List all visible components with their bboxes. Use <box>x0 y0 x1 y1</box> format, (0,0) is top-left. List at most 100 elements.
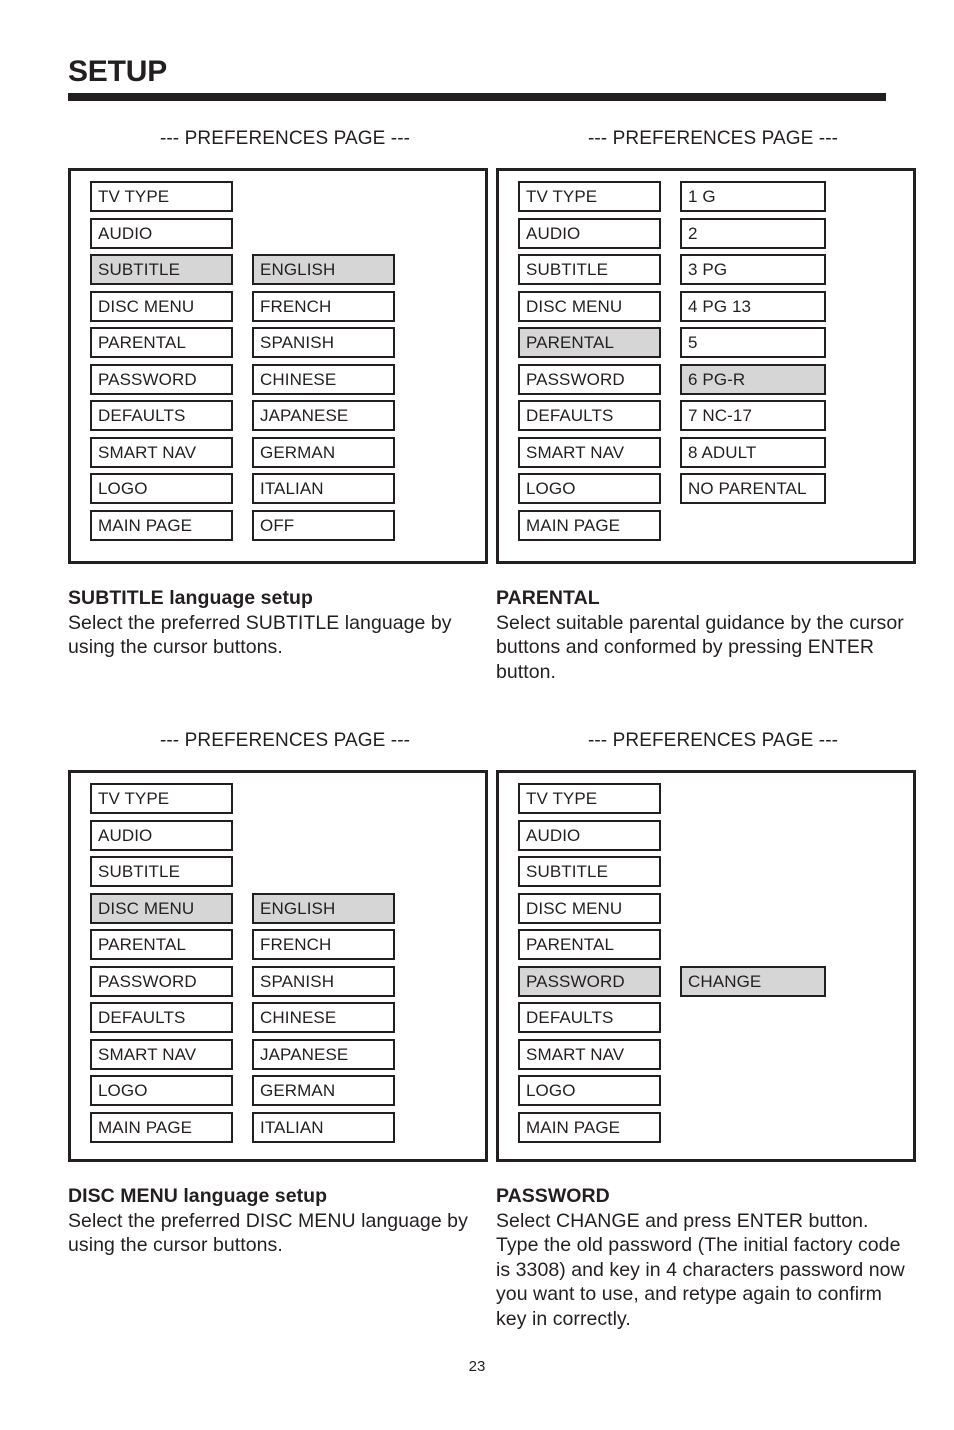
osd-menu-item[interactable]: PASSWORD <box>518 363 661 395</box>
osd-menu-item[interactable]: DISC MENU <box>518 892 661 924</box>
osd-menu-item[interactable]: TV TYPE <box>90 181 233 212</box>
osd-right-column-disc-menu: ENGLISH FRENCH SPANISH CHINESE JAPANESE GERMA… <box>252 783 395 1148</box>
osd-row-spacer <box>252 181 395 212</box>
caption-subtitle: SUBTITLE language setup Select the prefe… <box>68 586 488 660</box>
osd-menu-item[interactable]: MAIN PAGE <box>90 509 233 541</box>
osd-left-column-subtitle: TV TYPE AUDIO SUBTITLE DISC MENU PARENTAL PAS… <box>90 181 233 546</box>
osd-menu-item[interactable]: SUBTITLE <box>518 856 661 887</box>
osd-menu-item[interactable]: DISC MENU <box>518 290 661 322</box>
osd-menu-item[interactable]: LOGO <box>518 1075 661 1106</box>
osd-menu-item[interactable]: MAIN PAGE <box>518 509 661 541</box>
page-header: SETUP <box>68 55 886 101</box>
osd-menu-item[interactable]: DEFAULTS <box>90 1002 233 1033</box>
osd-menu-item[interactable]: PARENTAL <box>90 327 233 358</box>
osd-menu-item[interactable]: SPANISH <box>252 327 395 358</box>
osd-menu-item[interactable]: TV TYPE <box>518 181 661 212</box>
osd-menu-item[interactable]: GERMAN <box>252 436 395 468</box>
osd-menu-item[interactable]: SUBTITLE <box>518 254 661 285</box>
caption-title-subtitle: SUBTITLE language setup <box>68 587 313 609</box>
osd-menu-item-selected[interactable]: ENGLISH <box>252 254 395 285</box>
caption-body-password: Select CHANGE and press ENTER button. Ty… <box>496 1209 905 1330</box>
osd-menu-item[interactable]: PASSWORD <box>90 965 233 997</box>
osd-menu-item[interactable]: 2 <box>680 217 826 249</box>
osd-menu-item[interactable]: CHINESE <box>252 1002 395 1033</box>
panel-subtitle: --- PREFERENCES PAGE --- TV TYPE AUDIO SUB… <box>68 128 488 660</box>
osd-menu-item[interactable]: MAIN PAGE <box>518 1111 661 1143</box>
osd-left-column-password: TV TYPE AUDIO SUBTITLE DISC MENU PARENTAL PAS… <box>518 783 661 1148</box>
osd-menu-item[interactable]: DEFAULTS <box>518 400 661 431</box>
osd-menu-item-selected[interactable]: 6 PG-R <box>680 363 826 395</box>
osd-menu-item-selected[interactable]: ENGLISH <box>252 892 395 924</box>
osd-menu-item[interactable]: FRENCH <box>252 929 395 960</box>
osd-menu-item[interactable]: AUDIO <box>518 217 661 249</box>
osd-menu-item[interactable]: DISC MENU <box>90 290 233 322</box>
osd-menu-item[interactable]: SMART NAV <box>90 1038 233 1070</box>
osd-menu-item-selected[interactable]: PASSWORD <box>518 965 661 997</box>
osd-row-spacer <box>680 856 826 887</box>
osd-menu-item[interactable]: SPANISH <box>252 965 395 997</box>
osd-right-column-password: CHANGE <box>680 783 826 1002</box>
osd-row-spacer <box>680 783 826 814</box>
osd-row-spacer <box>252 820 395 851</box>
osd-menu-item-selected[interactable]: SUBTITLE <box>90 254 233 285</box>
osd-menu-item[interactable]: SUBTITLE <box>90 856 233 887</box>
osd-screen-subtitle: TV TYPE AUDIO SUBTITLE DISC MENU PARENTAL PAS… <box>68 168 488 564</box>
osd-menu-item[interactable]: JAPANESE <box>252 400 395 431</box>
osd-menu-item[interactable]: SMART NAV <box>90 436 233 468</box>
osd-menu-item[interactable]: ITALIAN <box>252 473 395 504</box>
osd-menu-item[interactable]: CHINESE <box>252 363 395 395</box>
caption-title-parental: PARENTAL <box>496 587 600 609</box>
osd-menu-item-selected[interactable]: DISC MENU <box>90 892 233 924</box>
osd-menu-item[interactable]: NO PARENTAL <box>680 473 826 504</box>
osd-menu-item[interactable]: GERMAN <box>252 1075 395 1106</box>
osd-menu-item[interactable]: FRENCH <box>252 290 395 322</box>
panel-password: --- PREFERENCES PAGE --- TV TYPE AUDIO SUB… <box>496 730 916 1331</box>
caption-body-subtitle: Select the preferred SUBTITLE language b… <box>68 611 452 659</box>
osd-menu-item[interactable]: JAPANESE <box>252 1038 395 1070</box>
osd-menu-item[interactable]: LOGO <box>90 473 233 504</box>
caption-parental: PARENTAL Select suitable parental guidan… <box>496 586 916 684</box>
preferences-page-label-parental: --- PREFERENCES PAGE --- <box>587 128 839 149</box>
osd-menu-item[interactable]: OFF <box>252 509 395 541</box>
osd-menu-item[interactable]: 1 G <box>680 181 826 212</box>
osd-menu-item-selected[interactable]: CHANGE <box>680 965 826 997</box>
osd-menu-item-selected[interactable]: PARENTAL <box>518 327 661 358</box>
osd-menu-item[interactable]: SMART NAV <box>518 1038 661 1070</box>
osd-left-column-disc-menu: TV TYPE AUDIO SUBTITLE DISC MENU PARENTAL PAS… <box>90 783 233 1148</box>
osd-row-spacer <box>252 783 395 814</box>
page-title: SETUP <box>68 55 168 88</box>
osd-menu-item[interactable]: PARENTAL <box>90 929 233 960</box>
caption-body-parental: Select suitable parental guidance by the… <box>496 611 904 683</box>
osd-menu-item[interactable]: MAIN PAGE <box>90 1111 233 1143</box>
osd-screen-disc-menu: TV TYPE AUDIO SUBTITLE DISC MENU PARENTAL PAS… <box>68 770 488 1162</box>
osd-menu-item[interactable]: AUDIO <box>90 217 233 249</box>
osd-menu-item[interactable]: DEFAULTS <box>90 400 233 431</box>
osd-menu-item[interactable]: PASSWORD <box>90 363 233 395</box>
osd-menu-item[interactable]: TV TYPE <box>518 783 661 814</box>
osd-menu-item[interactable]: ITALIAN <box>252 1111 395 1143</box>
preferences-page-label-password: --- PREFERENCES PAGE --- <box>587 730 839 751</box>
osd-menu-item[interactable]: TV TYPE <box>90 783 233 814</box>
osd-menu-item[interactable]: AUDIO <box>518 819 661 851</box>
panel-disc-menu: --- PREFERENCES PAGE --- TV TYPE AUDIO SUB… <box>68 730 488 1258</box>
osd-menu-item[interactable]: 4 PG 13 <box>680 290 826 322</box>
header-rule <box>68 93 886 101</box>
osd-menu-item[interactable]: 3 PG <box>680 254 826 285</box>
osd-menu-item[interactable]: AUDIO <box>90 819 233 851</box>
panel-parental: --- PREFERENCES PAGE --- TV TYPE AUDIO SUB… <box>496 128 916 684</box>
osd-menu-item[interactable]: 5 <box>680 327 826 358</box>
osd-row-spacer <box>680 820 826 851</box>
osd-row-spacer <box>680 929 826 960</box>
osd-menu-item[interactable]: 8 ADULT <box>680 436 826 468</box>
osd-menu-item[interactable]: PARENTAL <box>518 929 661 960</box>
osd-screen-password: TV TYPE AUDIO SUBTITLE DISC MENU PARENTAL PAS… <box>496 770 916 1162</box>
osd-right-column-subtitle: ENGLISH FRENCH SPANISH CHINESE JAPANESE GERMA… <box>252 181 395 546</box>
osd-row-spacer <box>252 218 395 249</box>
osd-row-spacer <box>680 893 826 924</box>
osd-menu-item[interactable]: SMART NAV <box>518 436 661 468</box>
page-number: 23 <box>468 1358 486 1375</box>
osd-menu-item[interactable]: LOGO <box>518 473 661 504</box>
osd-menu-item[interactable]: LOGO <box>90 1075 233 1106</box>
osd-menu-item[interactable]: 7 NC-17 <box>680 400 826 431</box>
osd-menu-item[interactable]: DEFAULTS <box>518 1002 661 1033</box>
